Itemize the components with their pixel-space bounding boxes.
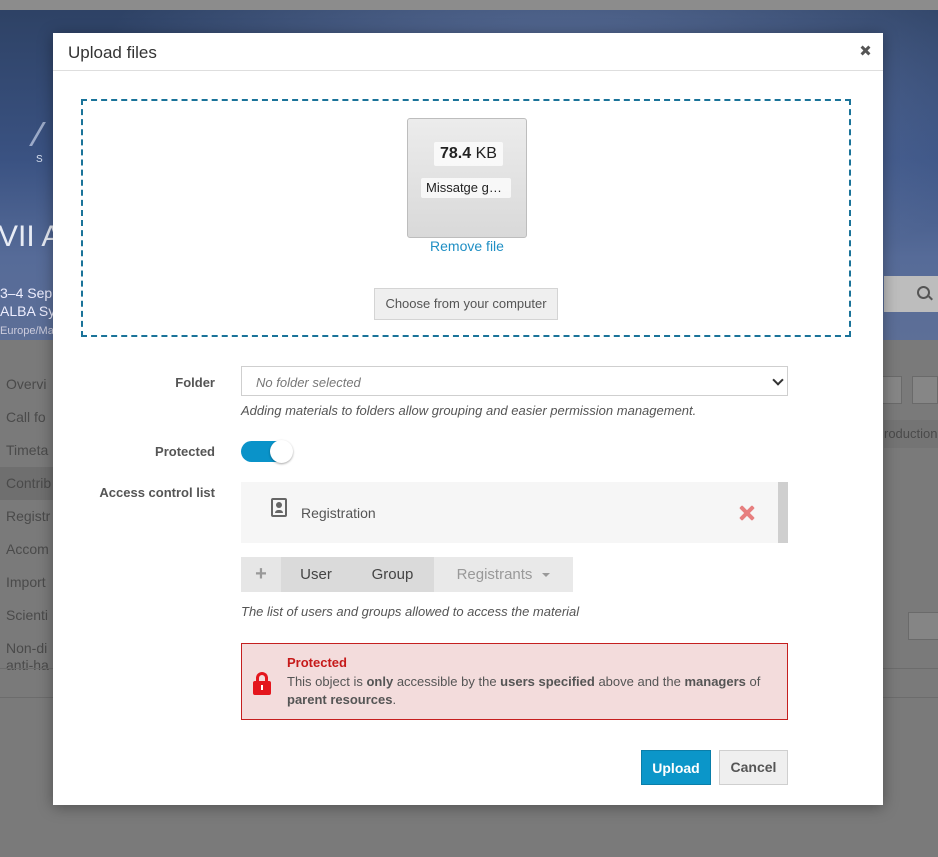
toggle-knob xyxy=(270,440,293,463)
registrants-label: Registrants xyxy=(456,566,533,583)
chevron-down-icon xyxy=(772,374,784,386)
close-icon[interactable] xyxy=(859,43,873,57)
menu-item-accommodation: Accom xyxy=(6,541,49,557)
folder-hint: Adding materials to folders allow groupi… xyxy=(241,403,697,418)
background-tab: roduction xyxy=(884,420,938,448)
dialog-header: Upload files xyxy=(53,33,883,71)
event-menu: Overvi Call fo Timeta Contrib Registr Ac… xyxy=(0,368,53,674)
alert-text: This object is only accessible by the us… xyxy=(287,673,772,709)
add-user-button[interactable]: User xyxy=(281,557,351,592)
upload-files-dialog: Upload files 78.4 KB Missatge gravat Rem… xyxy=(53,33,883,805)
alert-text-parent: parent resources xyxy=(287,692,393,707)
alert-text-part: above and the xyxy=(594,674,685,689)
menu-item-registration: Registr xyxy=(6,508,51,524)
file-size: 78.4 KB xyxy=(434,142,503,166)
menu-item-line: Non-di xyxy=(6,640,48,656)
file-name: Missatge gravat xyxy=(421,178,511,198)
registration-form-icon xyxy=(271,498,287,517)
event-venue: ALBA Sy xyxy=(0,303,56,319)
menu-item-overview: Overvi xyxy=(6,376,47,392)
pencil-icon xyxy=(908,612,938,640)
folder-label: Folder xyxy=(175,375,215,390)
upload-button[interactable]: Upload xyxy=(641,750,711,785)
file-preview: 78.4 KB Missatge gravat xyxy=(407,118,527,238)
protected-alert: Protected This object is only accessible… xyxy=(241,643,788,720)
alert-text-part: accessible by the xyxy=(393,674,501,689)
cancel-button[interactable]: Cancel xyxy=(719,750,788,785)
alert-text-part: of xyxy=(745,674,761,689)
menu-item-scientific: Scienti xyxy=(6,607,49,623)
dialog-title: Upload files xyxy=(68,43,157,62)
calendar-icon xyxy=(912,376,938,404)
file-size-value: 78.4 xyxy=(440,145,472,162)
folder-placeholder: No folder selected xyxy=(256,375,361,390)
alert-text-part: . xyxy=(392,692,397,707)
remove-file-link[interactable]: Remove file xyxy=(407,238,527,254)
acl-hint: The list of users and groups allowed to … xyxy=(241,604,580,619)
caret-down-icon xyxy=(542,573,551,578)
search-icon xyxy=(917,286,930,299)
menu-item-timetable: Timeta xyxy=(6,442,49,458)
folder-select[interactable]: No folder selected xyxy=(241,366,788,396)
add-icon[interactable]: + xyxy=(241,557,281,592)
add-group-button[interactable]: Group xyxy=(351,557,434,592)
alert-title: Protected xyxy=(287,655,347,670)
menu-item-call: Call fo xyxy=(6,409,46,425)
event-date: 3–4 Sep xyxy=(0,285,53,301)
menu-item-contributions: Contrib xyxy=(0,467,53,500)
lock-icon xyxy=(253,672,271,695)
event-logo-text: S xyxy=(36,154,43,165)
remove-entry-icon[interactable] xyxy=(738,504,756,522)
registrants-dropdown[interactable]: Registrants xyxy=(434,557,573,592)
event-timezone: Europe/Ma xyxy=(0,325,54,337)
acl-scrollbar[interactable] xyxy=(778,482,788,543)
alert-text-managers: managers xyxy=(684,674,746,689)
menu-item-line: anti-ha xyxy=(6,657,49,673)
top-bar xyxy=(0,0,938,10)
protected-label: Protected xyxy=(155,444,215,459)
acl-list: Registration xyxy=(241,482,788,543)
background-search-box xyxy=(884,276,938,312)
background-toolbar xyxy=(876,376,938,404)
file-size-unit: KB xyxy=(475,145,497,162)
alert-text-only: only xyxy=(366,674,394,689)
acl-label: Access control list xyxy=(99,485,215,500)
file-dropzone[interactable]: 78.4 KB Missatge gravat Remove file Choo… xyxy=(81,99,851,337)
protected-toggle[interactable] xyxy=(241,440,293,463)
alert-text-part: This object is xyxy=(287,674,367,689)
menu-item-important: Import xyxy=(6,574,46,590)
acl-entry-label: Registration xyxy=(301,505,376,521)
choose-file-button[interactable]: Choose from your computer xyxy=(374,288,558,320)
alert-text-users: users specified xyxy=(500,674,595,689)
